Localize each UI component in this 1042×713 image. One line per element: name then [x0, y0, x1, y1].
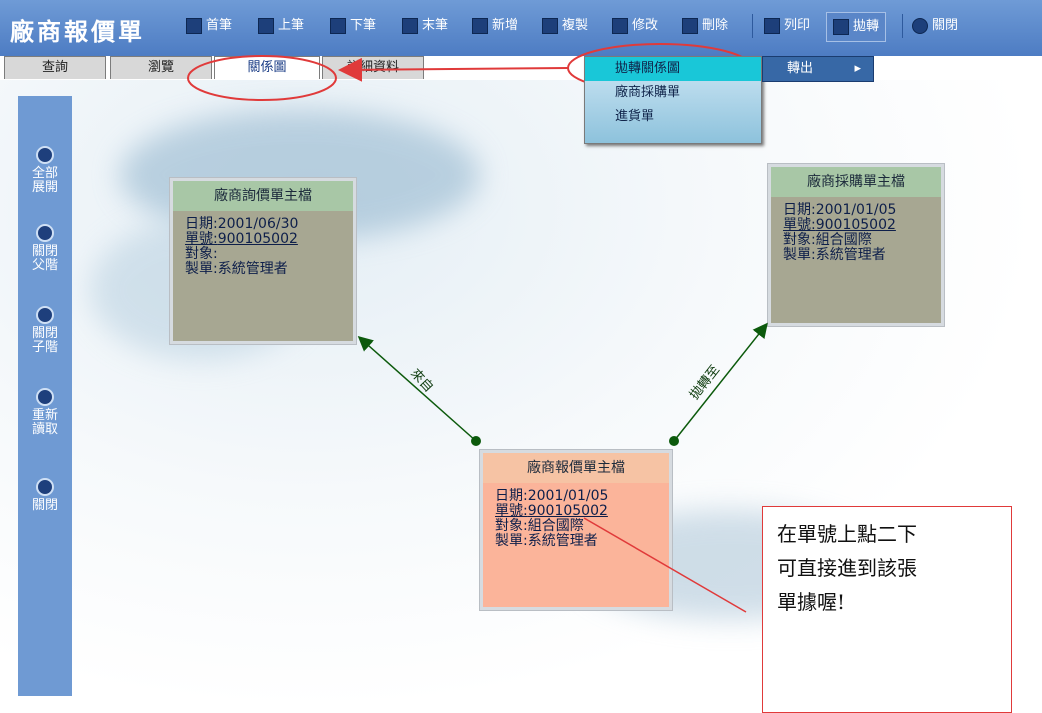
edit-label: 修改 [632, 18, 659, 33]
reload-button[interactable]: 重新讀取 [18, 388, 72, 437]
transfer-icon [833, 19, 849, 35]
node-party: 對象:組合國際 [783, 232, 872, 248]
magnifier-icon [36, 388, 54, 406]
print-label: 列印 [784, 18, 811, 33]
close-parent-label: 關閉父階 [31, 244, 58, 273]
copy-label: 複製 [562, 18, 589, 33]
node-number: 單號:900105002 [783, 218, 929, 233]
copy-icon [542, 18, 558, 34]
copy-button[interactable]: 複製 [542, 12, 588, 40]
node-title: 廠商報價單主檔 [483, 453, 669, 483]
node-party: 對象:組合國際 [495, 518, 584, 534]
delete-label: 刪除 [702, 18, 729, 33]
prev-record-button[interactable]: 上筆 [258, 12, 304, 40]
export-label: 轉出 [787, 61, 814, 76]
next-record-button[interactable]: 下筆 [330, 12, 376, 40]
printer-icon [764, 18, 780, 34]
node-maker: 製單:系統管理者 [495, 533, 598, 549]
annotation-line: 單據喔! [777, 590, 846, 614]
close-child-label: 關閉子階 [31, 326, 58, 355]
last-record-button[interactable]: 末筆 [402, 12, 448, 40]
menu-item-export[interactable]: 轉出 ▸ [762, 56, 874, 82]
edit-icon [612, 18, 628, 34]
close-child-button[interactable]: 關閉子階 [18, 306, 72, 355]
node-number-label: 單號: [495, 503, 528, 519]
next-record-label: 下筆 [350, 18, 377, 33]
menu-item-receiving[interactable]: 進貨單 [585, 105, 761, 129]
tab-browse[interactable]: 瀏覽 [110, 56, 212, 79]
close-label: 關閉 [932, 18, 959, 33]
new-label: 新增 [492, 18, 519, 33]
side-panel: 全部展開 關閉父階 關閉子階 重新讀取 關閉 [18, 96, 72, 696]
node-maker: 製單:系統管理者 [185, 261, 288, 277]
close-icon [912, 18, 928, 34]
node-inquiry[interactable]: 廠商詢價單主檔 日期:2001/06/30 單號:900105002 對象: 製… [170, 178, 356, 344]
node-date: 日期:2001/06/30 [185, 216, 299, 232]
node-number-label: 單號: [185, 231, 218, 247]
node-body: 日期:2001/01/05 單號:900105002 對象:組合國際 製單:系統… [483, 483, 669, 607]
node-purchase[interactable]: 廠商採購單主檔 日期:2001/01/05 單號:900105002 對象:組合… [768, 164, 944, 326]
last-record-icon [402, 18, 418, 34]
panel-close-label: 關閉 [31, 498, 58, 513]
node-body: 日期:2001/06/30 單號:900105002 對象: 製單:系統管理者 [173, 211, 353, 341]
expand-all-button[interactable]: 全部展開 [18, 146, 72, 195]
magnifier-icon [36, 306, 54, 324]
menu-item-purchase-order[interactable]: 廠商採購單 [585, 81, 761, 105]
tab-query[interactable]: 查詢 [4, 56, 106, 79]
node-number-link[interactable]: 900105002 [218, 231, 298, 247]
edit-button[interactable]: 修改 [612, 12, 658, 40]
toolbar-separator [752, 14, 753, 38]
tab-detail[interactable]: 詳細資料 [322, 56, 424, 79]
first-record-label: 首筆 [206, 18, 233, 33]
print-button[interactable]: 列印 [764, 12, 810, 40]
node-title: 廠商詢價單主檔 [173, 181, 353, 211]
close-parent-button[interactable]: 關閉父階 [18, 224, 72, 273]
app-title: 廠商報價單 [10, 17, 145, 46]
magnifier-icon [36, 146, 54, 164]
last-record-label: 末筆 [422, 18, 449, 33]
edge-label-to: 拋轉至 [687, 362, 724, 403]
node-body: 日期:2001/01/05 單號:900105002 對象:組合國際 製單:系統… [771, 197, 941, 323]
node-party: 對象: [185, 246, 218, 262]
tab-relation[interactable]: 關係圖 [214, 56, 320, 79]
first-record-icon [186, 18, 202, 34]
node-number-link[interactable]: 900105002 [528, 503, 608, 519]
annotation-note: 在單號上點二下 可直接進到該張 單據喔! [762, 506, 1012, 713]
close-circle-icon [36, 478, 54, 496]
menu-spacer [585, 129, 761, 143]
delete-icon [682, 18, 698, 34]
new-button[interactable]: 新增 [472, 12, 518, 40]
tab-bar: 查詢 瀏覽 關係圖 詳細資料 [0, 56, 1042, 80]
panel-close-button[interactable]: 關閉 [18, 478, 72, 513]
node-maker: 製單:系統管理者 [783, 247, 886, 263]
prev-record-label: 上筆 [278, 18, 305, 33]
toolbar: 廠商報價單 首筆 上筆 下筆 末筆 新增 複製 修改 刪除 列印 拋轉 關閉 [0, 0, 1042, 56]
node-date: 日期:2001/01/05 [495, 488, 609, 504]
next-record-icon [330, 18, 346, 34]
new-icon [472, 18, 488, 34]
annotation-line: 在單號上點二下 [777, 522, 917, 546]
transfer-label: 拋轉 [853, 19, 880, 34]
toolbar-separator [902, 14, 903, 38]
menu-item-transfer-graph[interactable]: 拋轉關係圖 [585, 57, 761, 81]
first-record-button[interactable]: 首筆 [186, 12, 232, 40]
reload-label: 重新讀取 [31, 408, 58, 437]
close-button[interactable]: 關閉 [912, 12, 958, 40]
transfer-button[interactable]: 拋轉 [826, 12, 887, 42]
node-quotation[interactable]: 廠商報價單主檔 日期:2001/01/05 單號:900105002 對象:組合… [480, 450, 672, 610]
prev-record-icon [258, 18, 274, 34]
chevron-right-icon: ▸ [854, 61, 861, 76]
edge-label-from: 來自 [407, 366, 436, 396]
node-date: 日期:2001/01/05 [783, 202, 897, 218]
expand-all-label: 全部展開 [31, 166, 58, 195]
node-number: 單號:900105002 [185, 232, 341, 247]
node-number: 單號:900105002 [495, 504, 657, 519]
delete-button[interactable]: 刪除 [682, 12, 728, 40]
node-number-link[interactable]: 900105002 [816, 217, 896, 233]
node-number-label: 單號: [783, 217, 816, 233]
magnifier-icon [36, 224, 54, 242]
node-title: 廠商採購單主檔 [771, 167, 941, 197]
annotation-line: 可直接進到該張 [777, 556, 917, 580]
transfer-menu: 拋轉關係圖 廠商採購單 進貨單 [584, 56, 762, 144]
